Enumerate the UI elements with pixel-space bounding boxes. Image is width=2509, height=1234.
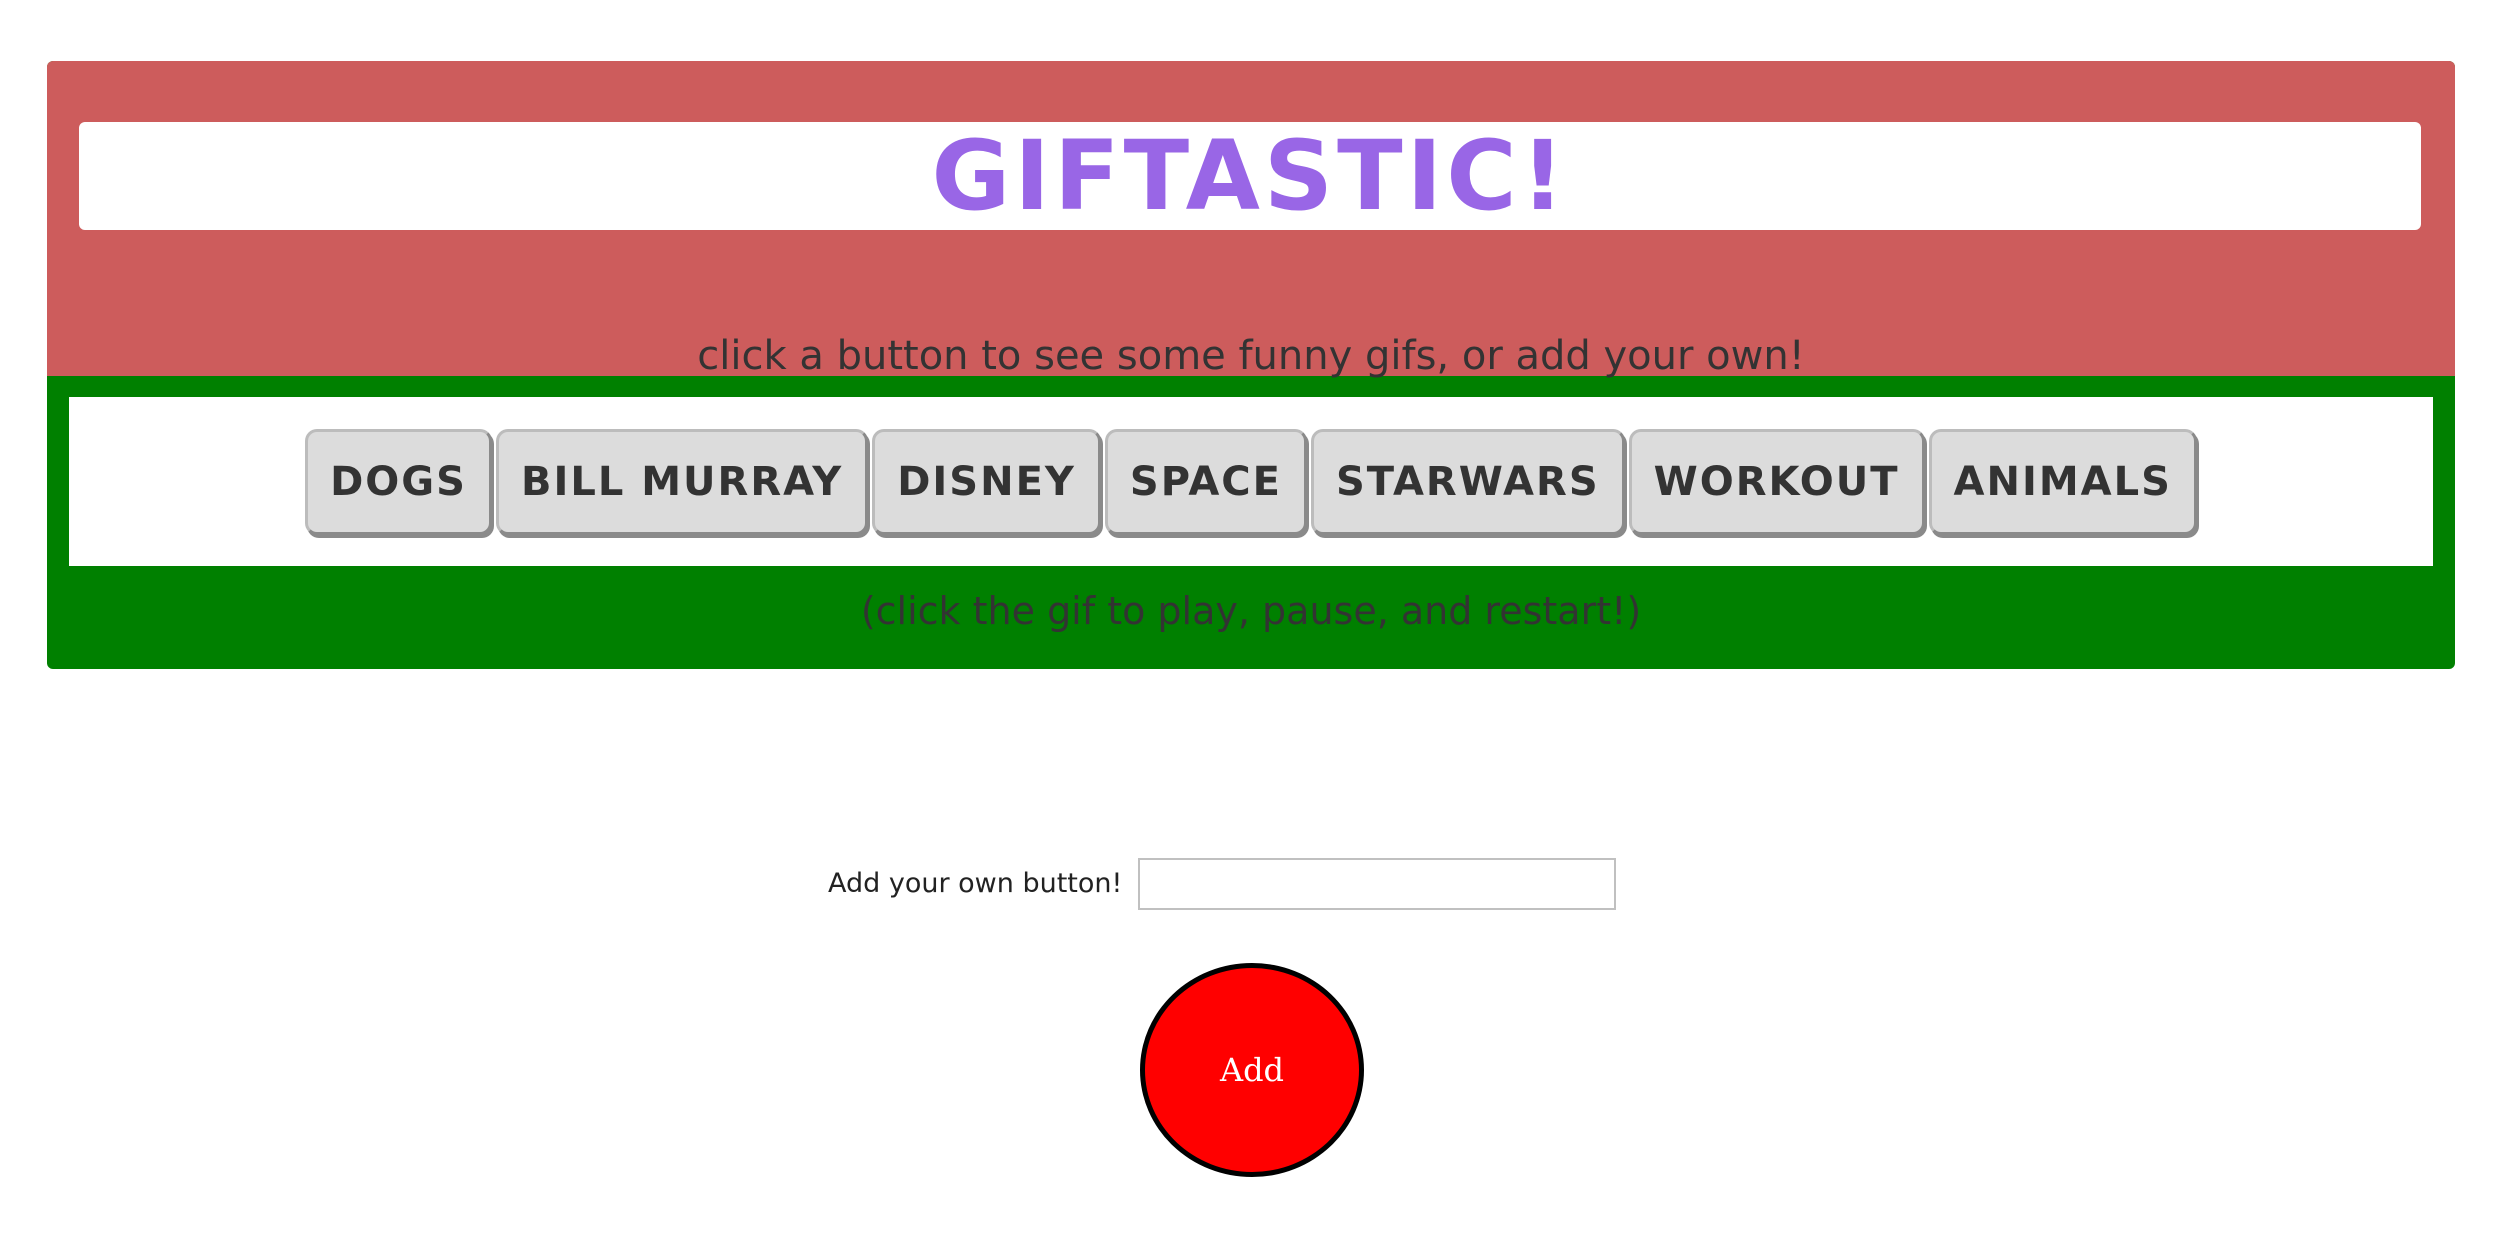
topic-button-dogs[interactable]: DOGS [305,428,492,535]
page-subtitle: click a button to see some funny gifs, o… [697,333,1805,379]
topic-buttons-area: DOGS BILL MURRAY DISNEY SPACE STARWARS W… [69,397,2433,566]
title-bar: GIFTASTIC! [79,122,2421,230]
header-jumbotron: GIFTASTIC! click a button to see some fu… [47,61,2455,669]
add-topic-label: Add your own button! [828,868,1123,899]
page-title: GIFTASTIC! [931,120,1569,232]
topic-button-disney[interactable]: DISNEY [872,428,1101,535]
gif-hint-text: (click the gif to play, pause, and resta… [860,589,1642,633]
topic-button-workout[interactable]: WORKOUT [1628,428,1925,535]
add-button[interactable]: Add [1140,963,1364,1177]
topic-button-starwars[interactable]: STARWARS [1310,428,1625,535]
topic-button-animals[interactable]: ANIMALS [1928,428,2197,535]
topic-button-bill-murray[interactable]: BILL MURRAY [495,428,869,535]
header-top-panel: GIFTASTIC! click a button to see some fu… [47,61,2455,379]
add-topic-input[interactable] [1138,858,1616,910]
topic-button-space[interactable]: SPACE [1104,428,1307,535]
